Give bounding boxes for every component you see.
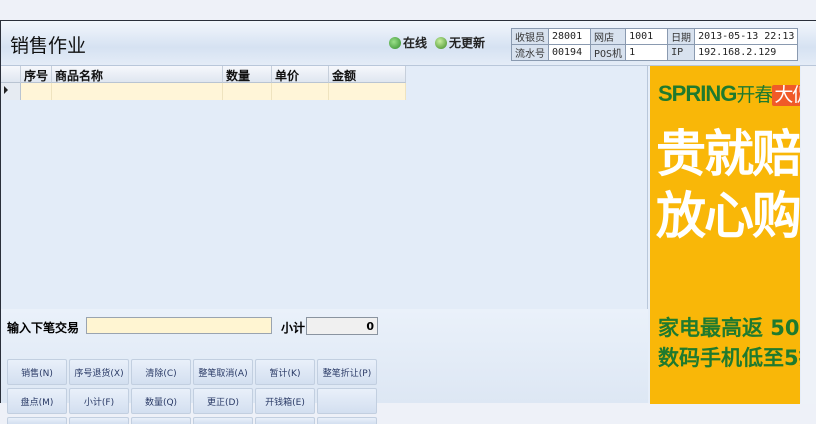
serial-label: 流水号 bbox=[511, 44, 549, 61]
table-row-cell[interactable] bbox=[223, 83, 272, 100]
function-button[interactable]: 暂计(K) bbox=[255, 359, 315, 385]
ad-headline-1: 贵就赔 bbox=[656, 125, 800, 183]
entry-panel: 输入下笔交易 小计 0 销售(N) 序号退货(X) 清除(C) 整笔取消(A) 暂计(K… bbox=[1, 309, 648, 424]
function-button[interactable]: 清除(C) bbox=[131, 359, 191, 385]
store-value: 1001 bbox=[625, 28, 669, 45]
function-button[interactable]: 整笔折让(P) bbox=[317, 359, 377, 385]
subtotal-value: 0 bbox=[306, 317, 378, 335]
header: 销售作业 在线 无更新 收银员 28001 网店 1001 日期 2013-05-13 2… bbox=[1, 21, 816, 66]
ip-label: IP bbox=[667, 44, 696, 61]
pos-label: POS机 bbox=[589, 44, 627, 61]
info-panel: 收银员 28001 网店 1001 日期 2013-05-13 22:13 流水号 0019… bbox=[511, 28, 799, 61]
function-button[interactable]: 销售(N) bbox=[7, 359, 67, 385]
online-status: 在线 bbox=[389, 34, 427, 51]
scrollbar[interactable] bbox=[801, 66, 816, 404]
function-button[interactable]: 开钱箱(E) bbox=[255, 388, 315, 414]
row-header-corner bbox=[1, 66, 21, 83]
ad-spring-text: SPRING bbox=[658, 81, 737, 106]
function-button-empty[interactable] bbox=[193, 417, 253, 424]
col-price[interactable]: 单价 bbox=[272, 66, 329, 83]
pos-value: 1 bbox=[625, 44, 669, 61]
row-pointer-icon bbox=[4, 86, 8, 94]
sales-window: 销售作业 在线 无更新 收银员 28001 网店 1001 日期 2013-05-13 2… bbox=[0, 20, 816, 424]
col-amount[interactable]: 金额 bbox=[329, 66, 406, 83]
online-label: 在线 bbox=[403, 36, 428, 50]
col-seq[interactable]: 序号 bbox=[21, 66, 52, 83]
update-label: 无更新 bbox=[449, 36, 486, 50]
cashier-label: 收银员 bbox=[511, 28, 549, 45]
ad-sale-badge: 大促 bbox=[772, 85, 800, 106]
row-selector[interactable] bbox=[1, 83, 21, 100]
ad-headline-2: 放心购 bbox=[656, 187, 800, 245]
subtotal-label: 小计 bbox=[281, 321, 306, 335]
ad-promo-2: 数码手机低至5折 bbox=[658, 346, 800, 370]
serial-value: 00194 bbox=[548, 44, 591, 61]
function-button[interactable]: 盘点(M) bbox=[7, 388, 67, 414]
ad-spring: SPRING开春大促 bbox=[658, 80, 800, 107]
ad-spring-cn: 开春 bbox=[736, 85, 773, 106]
function-button-empty[interactable] bbox=[317, 417, 377, 424]
items-grid[interactable]: 序号 商品名称 数量 单价 金额 bbox=[1, 66, 648, 309]
function-button-empty[interactable] bbox=[255, 417, 315, 424]
col-name[interactable]: 商品名称 bbox=[52, 66, 223, 83]
table-row-cell[interactable] bbox=[21, 83, 52, 100]
globe-icon bbox=[435, 36, 447, 49]
store-label: 网店 bbox=[589, 28, 627, 45]
function-button-empty[interactable] bbox=[69, 417, 129, 424]
function-button-empty[interactable] bbox=[7, 417, 67, 424]
promo-banner: SPRING开春大促 贵就赔 放心购 家电最高返 500 数码手机低至5折 bbox=[650, 66, 800, 404]
table-row-cell[interactable] bbox=[52, 83, 223, 100]
table-row-cell[interactable] bbox=[329, 83, 406, 100]
ip-value: 192.168.2.129 bbox=[694, 44, 799, 61]
cashier-value: 28001 bbox=[548, 28, 591, 45]
update-status: 无更新 bbox=[435, 34, 485, 51]
function-button[interactable]: 序号退货(X) bbox=[69, 359, 129, 385]
transaction-input[interactable] bbox=[86, 317, 272, 334]
date-value: 2013-05-13 22:13 bbox=[694, 28, 799, 45]
date-label: 日期 bbox=[667, 28, 696, 45]
function-button[interactable] bbox=[317, 388, 377, 414]
ad-promo-1: 家电最高返 500 bbox=[658, 316, 800, 340]
check-icon bbox=[389, 36, 401, 49]
function-button[interactable]: 小计(F) bbox=[69, 388, 129, 414]
page-title: 销售作业 bbox=[10, 35, 87, 57]
entry-label: 输入下笔交易 bbox=[7, 321, 80, 335]
function-button[interactable]: 更正(D) bbox=[193, 388, 253, 414]
function-button-empty[interactable] bbox=[131, 417, 191, 424]
col-qty[interactable]: 数量 bbox=[223, 66, 272, 83]
function-button[interactable]: 数量(Q) bbox=[131, 388, 191, 414]
function-button[interactable]: 整笔取消(A) bbox=[193, 359, 253, 385]
table-row-cell[interactable] bbox=[272, 83, 329, 100]
